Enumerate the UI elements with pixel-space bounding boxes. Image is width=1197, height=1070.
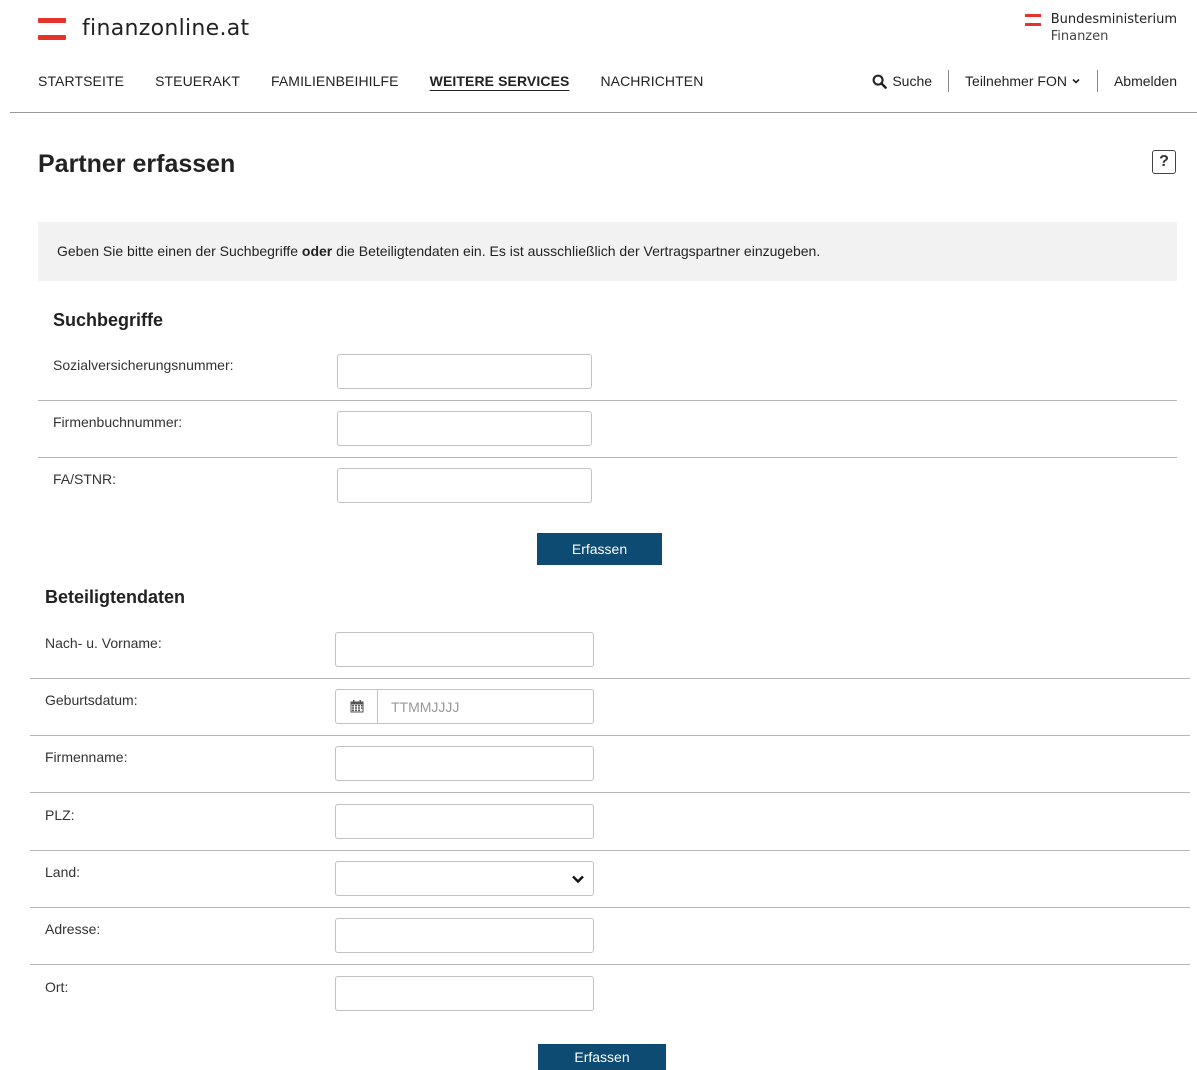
info-text-2: die Beteiligtendaten ein. Es ist ausschl… (332, 243, 821, 259)
nav-item-startseite[interactable]: STARTSEITE (38, 73, 124, 89)
plz-input[interactable] (335, 804, 594, 839)
datepicker-button[interactable] (336, 690, 378, 723)
land-label: Land: (45, 864, 81, 880)
info-box: Geben Sie bitte einen der Suchbegriffe o… (38, 222, 1177, 281)
fastnr-input[interactable] (337, 468, 592, 503)
nav-item-weitere-services[interactable]: WEITERE SERVICES (430, 73, 570, 89)
form-row-geburtsdatum: Geburtsdatum: TTMMJJJJ (30, 679, 1190, 736)
form-row-svnr: Sozialversicherungsnummer: (38, 344, 1177, 401)
form-row-firmenbuch: Firmenbuchnummer: (38, 401, 1177, 458)
info-text-bold: oder (301, 243, 333, 259)
name-input[interactable] (335, 632, 594, 667)
chevron-down-icon (572, 875, 584, 883)
fastnr-label: FA/STNR: (53, 471, 117, 487)
finanzonline-logo[interactable]: finanzonline.at (38, 16, 249, 41)
nav-item-familienbeihilfe[interactable]: FAMILIENBEIHILFE (271, 73, 399, 89)
form-row-fastnr: FA/STNR: (38, 458, 1177, 515)
erfassen-button-suchbegriffe[interactable]: Erfassen (537, 533, 662, 565)
main-nav: STARTSEITE STEUERAKT FAMILIENBEIHILFE WE… (38, 73, 734, 89)
page-title: Partner erfassen (38, 150, 236, 178)
help-button[interactable]: ? (1152, 150, 1176, 174)
form-row-adresse: Adresse: (30, 908, 1190, 965)
form-row-name: Nach- u. Vorname: (30, 622, 1190, 679)
form-row-firmenname: Firmenname: (30, 736, 1190, 793)
calendar-icon (350, 700, 363, 713)
form-row-land: Land: (30, 851, 1190, 908)
geburtsdatum-label: Geburtsdatum: (45, 692, 138, 708)
search-link[interactable]: Suche (856, 70, 948, 92)
adresse-input[interactable] (335, 918, 594, 953)
info-text-1: Geben Sie bitte einen der Suchbegriffe (57, 243, 302, 259)
logout-label: Abmelden (1113, 73, 1177, 89)
geburtsdatum-field: TTMMJJJJ (335, 689, 594, 724)
firmenbuch-label: Firmenbuchnummer: (53, 414, 183, 430)
firmenname-input[interactable] (335, 746, 594, 781)
adresse-label: Adresse: (45, 921, 101, 937)
ort-input[interactable] (335, 976, 594, 1011)
suchbegriffe-title: Suchbegriffe (53, 310, 164, 330)
form-row-ort: Ort: (30, 966, 1190, 1023)
search-icon (872, 74, 888, 89)
search-label: Suche (892, 73, 933, 89)
form-row-plz: PLZ: (30, 794, 1190, 851)
beteiligtendaten-title: Beteiligtendaten (45, 587, 186, 607)
plz-label: PLZ: (45, 807, 75, 823)
header-divider (10, 112, 1197, 113)
ministry-line1: Bundesministerium (1050, 12, 1177, 27)
nav-item-steuerakt[interactable]: STEUERAKT (155, 73, 240, 89)
ministry-flag-icon (1024, 14, 1041, 26)
user-label: Teilnehmer FON (965, 73, 1067, 89)
nav-item-nachrichten[interactable]: NACHRICHTEN (600, 73, 703, 89)
ministry-line2: Finanzen (1050, 29, 1109, 44)
svnr-input[interactable] (337, 354, 592, 389)
name-label: Nach- u. Vorname: (45, 635, 162, 651)
firmenname-label: Firmenname: (45, 749, 128, 765)
user-nav: Suche Teilnehmer FON Abmelden (856, 70, 1177, 92)
logo-text: finanzonline.at (82, 16, 250, 41)
firmenbuch-input[interactable] (337, 411, 592, 446)
geburtsdatum-input[interactable]: TTMMJJJJ (378, 690, 593, 723)
erfassen-button-beteiligtendaten[interactable]: Erfassen (538, 1044, 666, 1070)
chevron-down-icon (1072, 78, 1080, 84)
ort-label: Ort: (45, 979, 69, 995)
austria-flag-icon (38, 17, 66, 40)
ministry-logo[interactable]: Bundesministerium Finanzen (1024, 11, 1177, 45)
land-select[interactable] (335, 861, 594, 896)
user-menu[interactable]: Teilnehmer FON (949, 70, 1097, 92)
logout-link[interactable]: Abmelden (1098, 70, 1177, 92)
svnr-label: Sozialversicherungsnummer: (53, 357, 234, 373)
